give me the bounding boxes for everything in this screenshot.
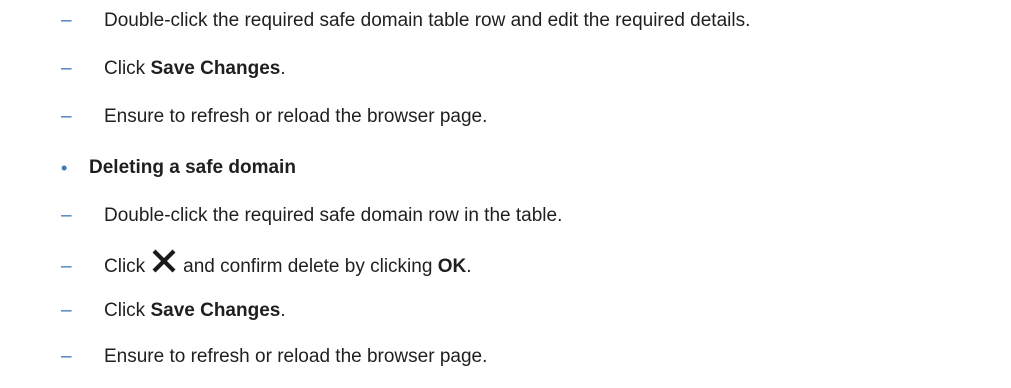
- edit-step-3: – Ensure to refresh or reload the browse…: [61, 106, 487, 128]
- delete-step-4: – Ensure to refresh or reload the browse…: [61, 346, 487, 368]
- ok-label: OK: [437, 256, 467, 278]
- close-icon: [151, 249, 177, 279]
- bullet-marker: •: [61, 157, 68, 178]
- dash-marker: –: [61, 106, 72, 127]
- step-text: Double-click the required safe domain ta…: [104, 10, 751, 31]
- delete-step-1: – Double-click the required safe domain …: [61, 205, 562, 227]
- step-text: Click and confirm delete by clicking OK.: [104, 249, 471, 282]
- dash-marker: –: [61, 300, 72, 321]
- save-changes-label: Save Changes: [150, 300, 281, 321]
- edit-step-1: – Double-click the required safe domain …: [61, 10, 750, 32]
- save-changes-label: Save Changes: [150, 58, 281, 79]
- step-text: Click Save Changes.: [104, 300, 286, 321]
- step-text: Click Save Changes.: [104, 58, 286, 79]
- dash-marker: –: [61, 10, 72, 31]
- delete-section-heading: • Deleting a safe domain: [61, 157, 296, 179]
- step-text: Ensure to refresh or reload the browser …: [104, 106, 488, 127]
- delete-step-3: – Click Save Changes.: [61, 300, 286, 322]
- section-heading: Deleting a safe domain: [89, 157, 296, 178]
- dash-marker: –: [61, 205, 72, 226]
- step-text: Ensure to refresh or reload the browser …: [104, 346, 488, 367]
- edit-step-2: – Click Save Changes.: [61, 58, 286, 80]
- dash-marker: –: [61, 256, 72, 277]
- delete-step-2: – Click and confirm delete by clicking OK…: [61, 249, 471, 282]
- dash-marker: –: [61, 346, 72, 367]
- dash-marker: –: [61, 58, 72, 79]
- step-text: Double-click the required safe domain ro…: [104, 205, 563, 226]
